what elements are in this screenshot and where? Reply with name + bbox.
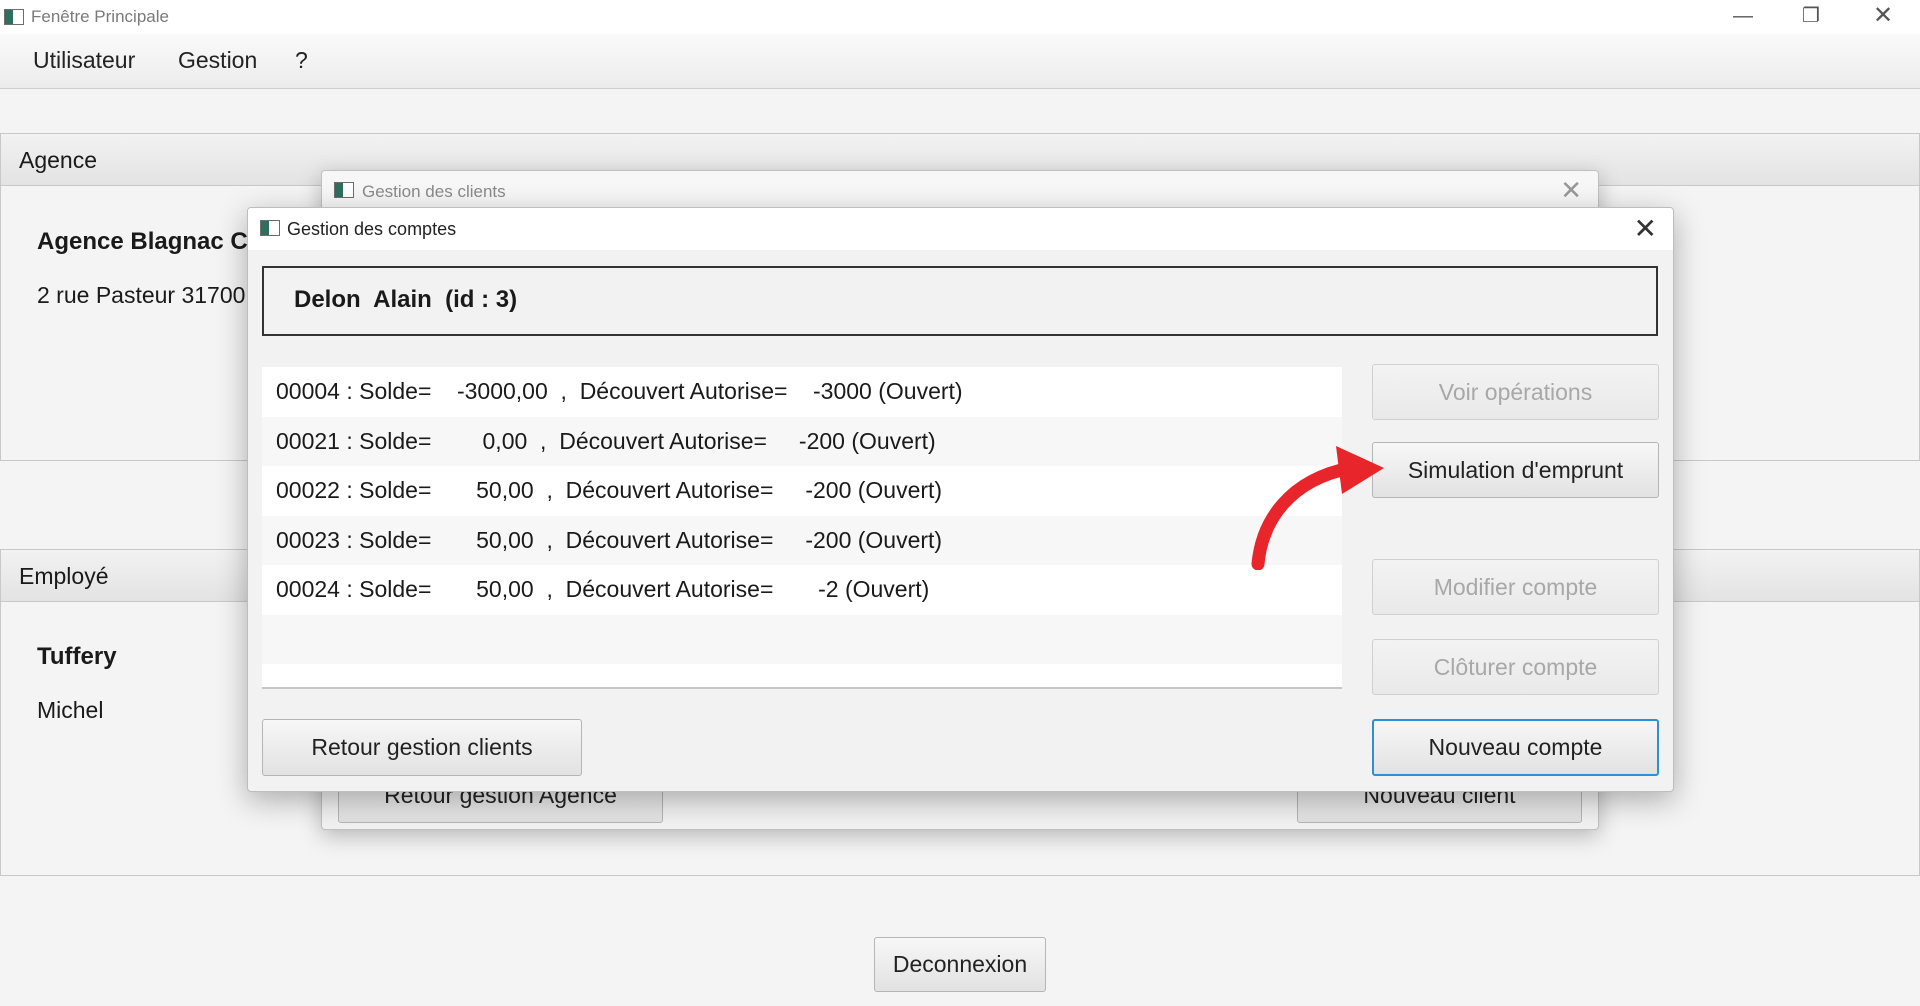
- modifier-compte-button[interactable]: Modifier compte: [1372, 559, 1659, 615]
- clients-dialog-titlebar: Gestion des clients ✕: [322, 171, 1598, 211]
- list-item-empty: [262, 614, 1342, 664]
- logout-button[interactable]: Deconnexion: [874, 937, 1046, 992]
- comptes-dialog: Gestion des comptes ✕ Delon Alain (id : …: [247, 207, 1674, 792]
- close-window-icon[interactable]: ✕: [1863, 2, 1903, 30]
- nouveau-compte-button[interactable]: Nouveau compte: [1372, 719, 1659, 776]
- employe-firstname: Michel: [37, 697, 104, 723]
- simulation-emprunt-button[interactable]: Simulation d'emprunt: [1372, 442, 1659, 498]
- comptes-dialog-title: Gestion des comptes: [287, 219, 457, 239]
- list-item[interactable]: 00004 : Solde= -3000,00 , Découvert Auto…: [262, 367, 1342, 417]
- menu-gestion[interactable]: Gestion: [178, 47, 257, 74]
- list-item[interactable]: 00023 : Solde= 50,00 , Découvert Autoris…: [262, 515, 1342, 565]
- agence-address: 2 rue Pasteur 31700: [37, 282, 246, 308]
- comptes-dialog-close-icon[interactable]: ✕: [1634, 212, 1657, 245]
- agence-name: Agence Blagnac Ce: [37, 228, 262, 255]
- maximize-icon[interactable]: ❐: [1791, 2, 1831, 30]
- comptes-dialog-icon: [260, 220, 280, 236]
- list-item[interactable]: 00021 : Solde= 0,00 , Découvert Autorise…: [262, 416, 1342, 466]
- menu-bar: Utilisateur Gestion ?: [0, 34, 1920, 89]
- clients-dialog-title: Gestion des clients: [362, 182, 506, 201]
- app-icon: [4, 9, 24, 25]
- accounts-list[interactable]: 00004 : Solde= -3000,00 , Découvert Auto…: [262, 367, 1342, 689]
- comptes-dialog-titlebar: Gestion des comptes ✕: [248, 208, 1673, 250]
- voir-operations-button[interactable]: Voir opérations: [1372, 364, 1659, 420]
- list-item[interactable]: 00022 : Solde= 50,00 , Découvert Autoris…: [262, 466, 1342, 516]
- minimize-icon[interactable]: —: [1723, 2, 1763, 30]
- clients-dialog-close-icon[interactable]: ✕: [1560, 175, 1582, 206]
- retour-gestion-clients-button[interactable]: Retour gestion clients: [262, 719, 582, 776]
- annotation-arrow-icon: [1251, 446, 1384, 570]
- menu-utilisateur[interactable]: Utilisateur: [33, 47, 135, 74]
- window-titlebar: Fenêtre Principale — ❐ ✕: [0, 0, 1920, 34]
- window-title: Fenêtre Principale: [31, 7, 169, 26]
- client-label: Delon Alain (id : 3): [294, 286, 518, 313]
- menu-help[interactable]: ?: [295, 47, 308, 74]
- employe-lastname: Tuffery: [37, 643, 117, 670]
- clients-dialog-icon: [334, 182, 354, 198]
- list-item[interactable]: 00024 : Solde= 50,00 , Découvert Autoris…: [262, 565, 1342, 615]
- cloturer-compte-button[interactable]: Clôturer compte: [1372, 639, 1659, 695]
- client-info-box: Delon Alain (id : 3): [262, 266, 1658, 336]
